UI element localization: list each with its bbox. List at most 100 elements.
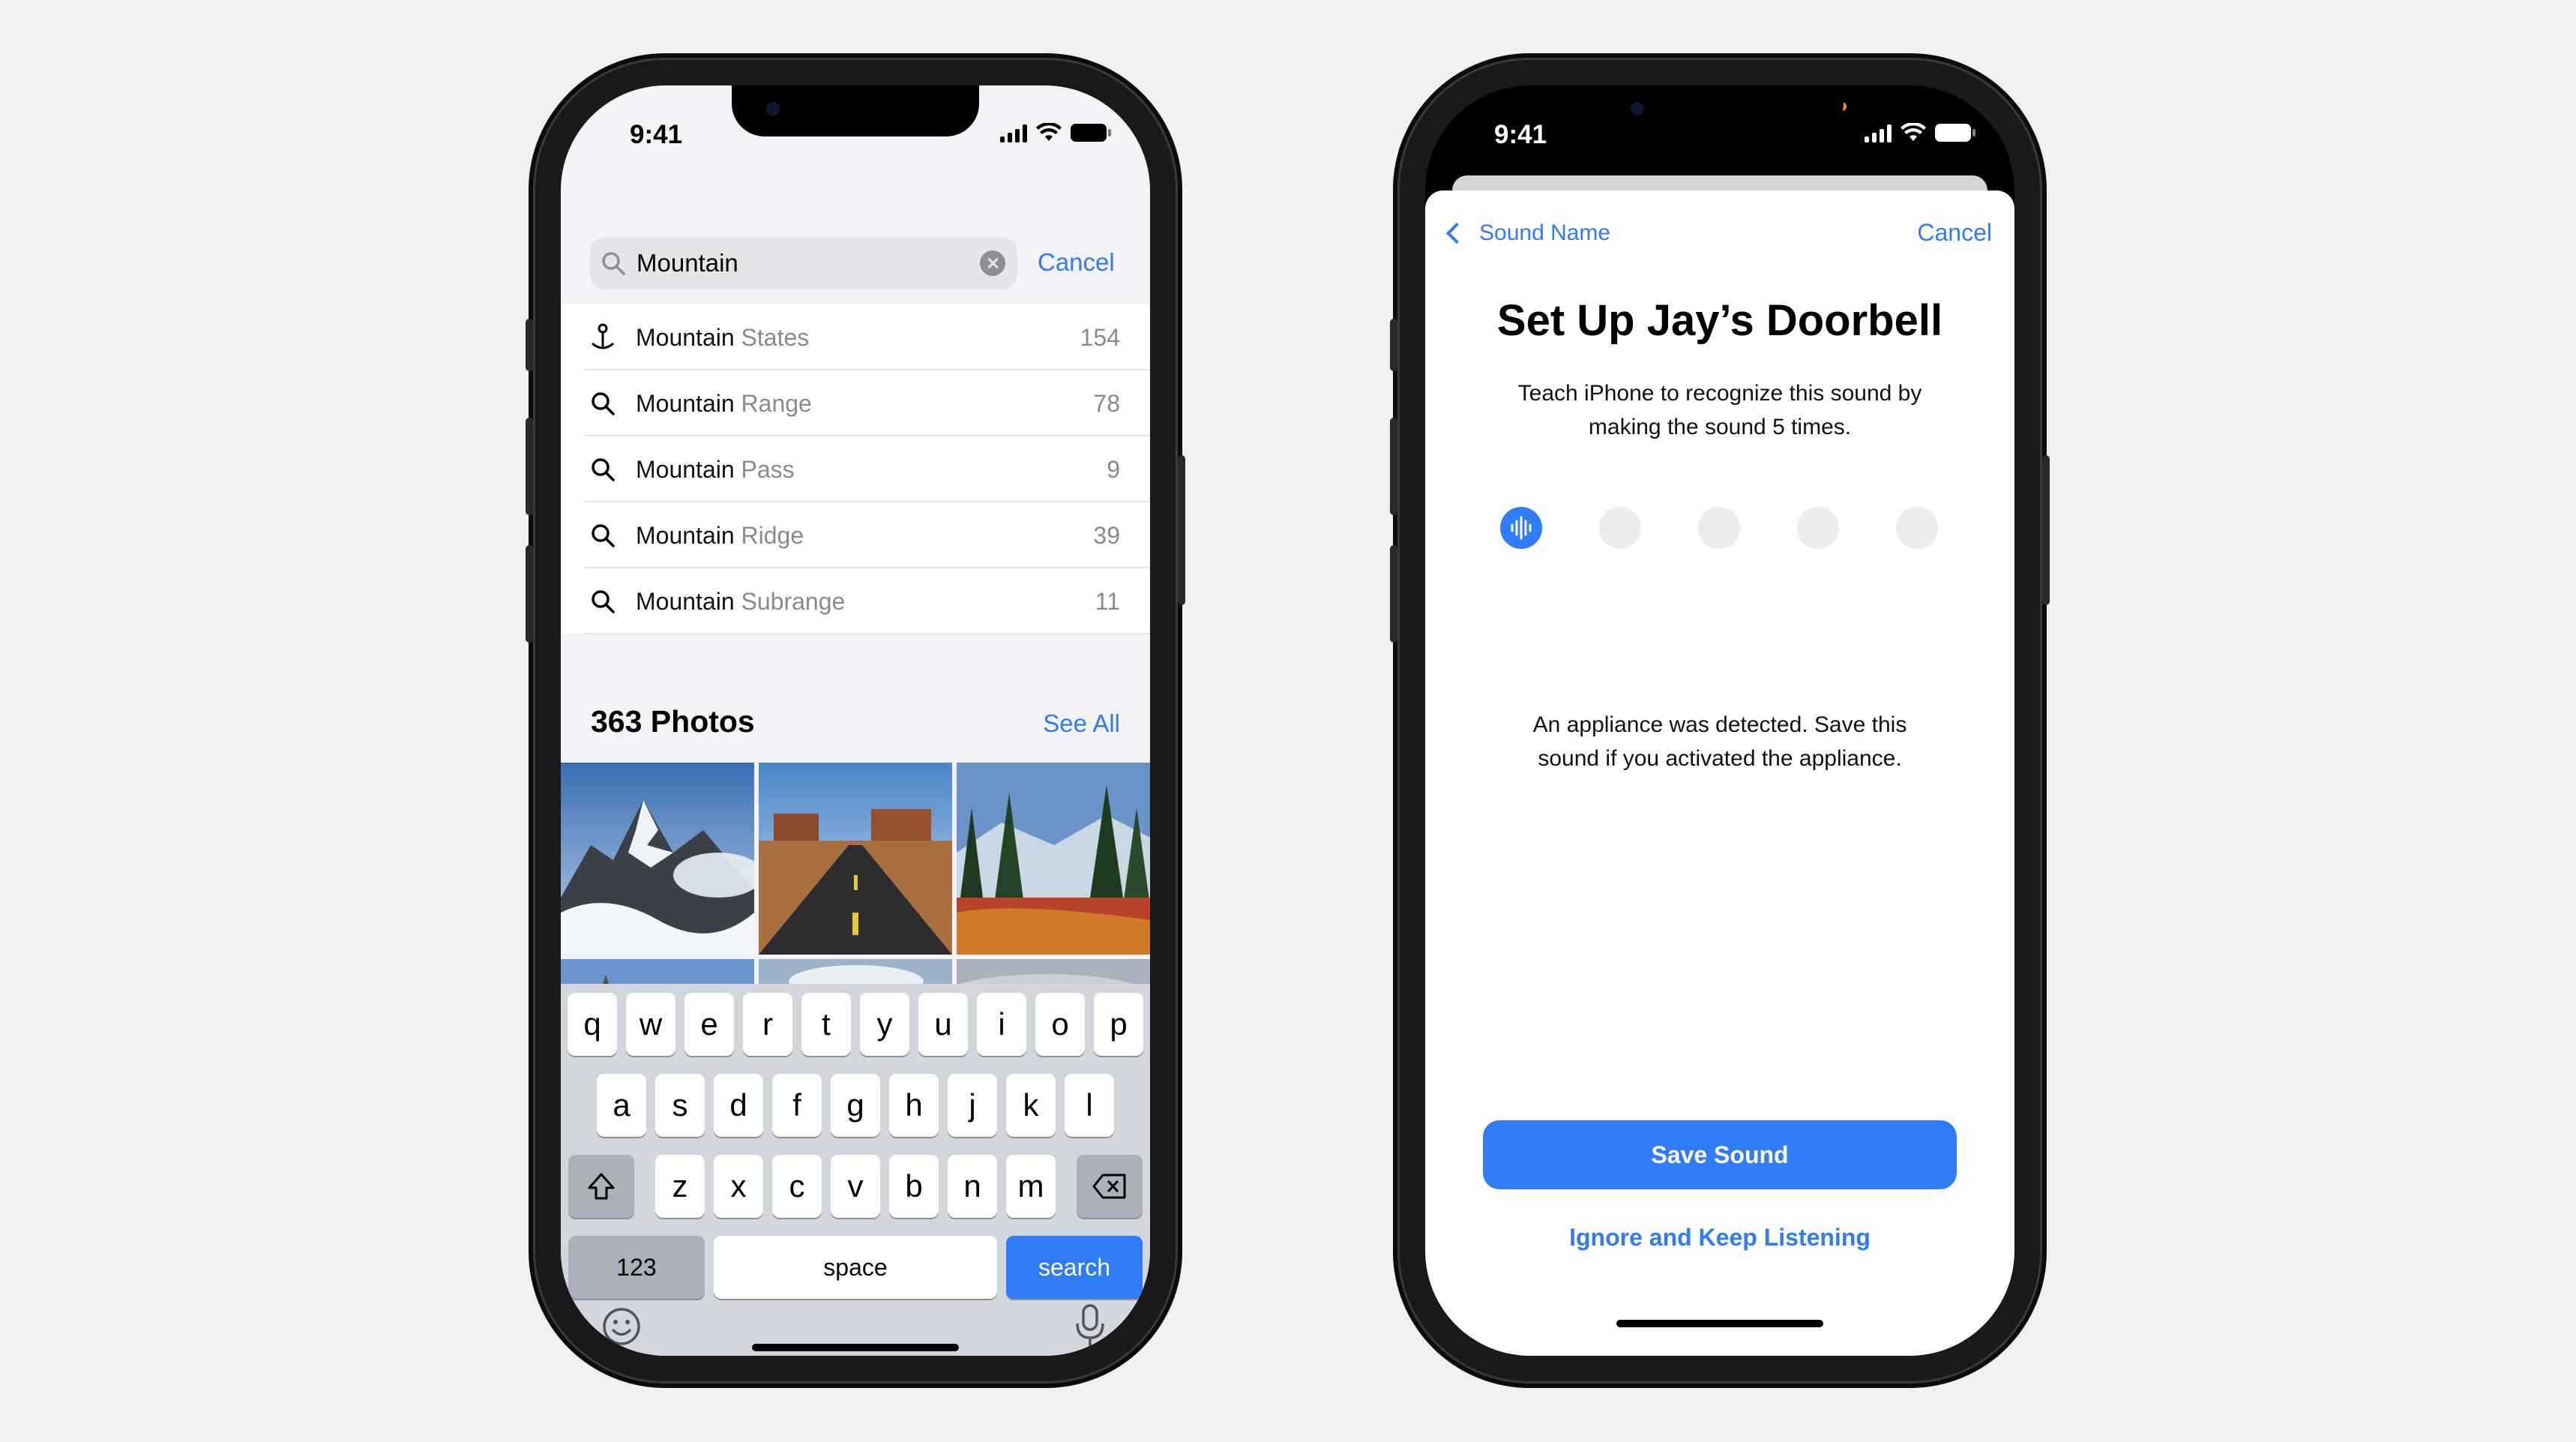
emoji-icon[interactable] bbox=[601, 1306, 642, 1347]
suggestion-rest: Ridge bbox=[734, 521, 804, 549]
key-x[interactable]: x bbox=[714, 1155, 763, 1218]
key-z[interactable]: z bbox=[655, 1155, 705, 1218]
suggestion-prefix: Mountain bbox=[636, 521, 735, 549]
key-p[interactable]: p bbox=[1094, 993, 1143, 1056]
right-screen: 9:41 Sound Name Cancel Set Up Jay’s Door… bbox=[1425, 85, 2014, 1356]
see-all-link[interactable]: See All bbox=[1043, 709, 1120, 738]
instructions-text: Teach iPhone to recognize this sound by … bbox=[1517, 381, 1922, 439]
setup-sheet: Sound Name Cancel Set Up Jay’s Doorbell … bbox=[1425, 190, 2014, 1356]
save-sound-button[interactable]: Save Sound bbox=[1483, 1120, 1957, 1189]
battery-icon bbox=[1935, 124, 1975, 142]
key-y[interactable]: y bbox=[860, 993, 909, 1056]
shift-key[interactable] bbox=[568, 1155, 634, 1218]
progress-dot bbox=[1896, 507, 1938, 549]
key-o[interactable]: o bbox=[1035, 993, 1085, 1056]
key-a[interactable]: a bbox=[597, 1074, 646, 1137]
left-screen: 9:41 Mountain Cancel Mountain States 154… bbox=[561, 85, 1150, 1356]
suggestion-list: Mountain States 154 Mountain Range 78 Mo… bbox=[561, 304, 1150, 634]
cancel-button[interactable]: Cancel bbox=[1917, 219, 1992, 247]
right-phone: 9:41 Sound Name Cancel Set Up Jay’s Door… bbox=[1390, 58, 2050, 1384]
home-indicator bbox=[752, 1344, 959, 1351]
search-key[interactable]: search bbox=[1006, 1236, 1143, 1299]
recording-progress bbox=[1500, 507, 1938, 549]
key-j[interactable]: j bbox=[948, 1074, 997, 1137]
key-w[interactable]: w bbox=[626, 993, 675, 1056]
progress-dot bbox=[1698, 507, 1740, 549]
progress-dot bbox=[1797, 507, 1839, 549]
suggestion-rest: States bbox=[734, 323, 810, 351]
key-m[interactable]: m bbox=[1006, 1155, 1056, 1218]
key-t[interactable]: t bbox=[801, 993, 851, 1056]
wifi-icon bbox=[1901, 123, 1926, 141]
key-e[interactable]: e bbox=[684, 993, 734, 1056]
suggestion-prefix: Mountain bbox=[636, 389, 735, 417]
keyboard: q w e r t y u i o p a s d f g h j k l z … bbox=[561, 984, 1150, 1356]
map-pin-icon bbox=[592, 323, 614, 349]
cellular-signal-icon bbox=[1865, 123, 1892, 142]
detection-message: An appliance was detected. Save this sou… bbox=[1532, 712, 1907, 771]
back-button[interactable]: Sound Name bbox=[1443, 220, 1610, 246]
photo-thumbnail[interactable] bbox=[759, 763, 952, 955]
suggestion-count: 78 bbox=[1093, 389, 1120, 417]
silent-switch bbox=[526, 319, 533, 371]
numbers-key[interactable]: 123 bbox=[568, 1236, 705, 1299]
side-button bbox=[2042, 455, 2050, 605]
microphone-icon[interactable] bbox=[1074, 1303, 1107, 1348]
home-indicator bbox=[1616, 1320, 1823, 1327]
back-label: Sound Name bbox=[1479, 220, 1611, 245]
key-i[interactable]: i bbox=[977, 993, 1026, 1056]
volume-down-button bbox=[1390, 545, 1397, 643]
left-phone: 9:41 Mountain Cancel Mountain States 154… bbox=[526, 58, 1185, 1384]
key-u[interactable]: u bbox=[918, 993, 968, 1056]
suggestion-prefix: Mountain bbox=[636, 455, 735, 483]
key-f[interactable]: f bbox=[772, 1074, 822, 1137]
delete-icon bbox=[1092, 1174, 1126, 1199]
search-icon bbox=[602, 252, 625, 275]
key-d[interactable]: d bbox=[714, 1074, 763, 1137]
key-v[interactable]: v bbox=[831, 1155, 880, 1218]
cancel-button[interactable]: Cancel bbox=[1038, 248, 1115, 277]
key-n[interactable]: n bbox=[948, 1155, 997, 1218]
search-icon bbox=[592, 590, 615, 613]
key-k[interactable]: k bbox=[1006, 1074, 1056, 1137]
key-l[interactable]: l bbox=[1065, 1074, 1114, 1137]
search-icon bbox=[592, 524, 615, 547]
progress-dot bbox=[1599, 507, 1641, 549]
list-item[interactable]: Mountain Ridge 39 bbox=[561, 502, 1150, 568]
photo-thumbnail[interactable] bbox=[561, 763, 754, 955]
space-key[interactable]: space bbox=[714, 1236, 997, 1299]
list-item[interactable]: Mountain States 154 bbox=[561, 304, 1150, 370]
key-g[interactable]: g bbox=[831, 1074, 880, 1137]
notch bbox=[1596, 85, 1844, 136]
suggestion-count: 154 bbox=[1080, 323, 1120, 351]
status-time: 9:41 bbox=[1494, 120, 1547, 149]
side-button bbox=[1178, 455, 1185, 605]
key-b[interactable]: b bbox=[889, 1155, 939, 1218]
ignore-button[interactable]: Ignore and Keep Listening bbox=[1425, 1224, 2014, 1252]
key-q[interactable]: q bbox=[568, 993, 617, 1056]
photos-count-title: 363 Photos bbox=[591, 704, 755, 739]
list-item[interactable]: Mountain Range 78 bbox=[561, 370, 1150, 436]
key-r[interactable]: r bbox=[743, 993, 792, 1056]
key-s[interactable]: s bbox=[655, 1074, 705, 1137]
key-h[interactable]: h bbox=[889, 1074, 939, 1137]
search-icon bbox=[592, 392, 615, 415]
cellular-signal-icon bbox=[1000, 123, 1027, 142]
waveform-icon bbox=[1511, 516, 1532, 540]
clear-icon[interactable] bbox=[980, 250, 1005, 276]
camera bbox=[766, 102, 780, 115]
list-item[interactable]: Mountain Subrange 11 bbox=[561, 568, 1150, 634]
status-time: 9:41 bbox=[630, 120, 683, 149]
photo-thumbnail[interactable] bbox=[957, 763, 1150, 955]
suggestion-rest: Subrange bbox=[734, 587, 846, 615]
suggestion-prefix: Mountain bbox=[636, 587, 735, 615]
list-item[interactable]: Mountain Pass 9 bbox=[561, 436, 1150, 502]
wifi-icon bbox=[1036, 123, 1062, 141]
key-c[interactable]: c bbox=[772, 1155, 822, 1218]
notch bbox=[732, 85, 979, 136]
progress-dot-complete bbox=[1500, 507, 1542, 549]
delete-key[interactable] bbox=[1077, 1155, 1143, 1218]
suggestion-rest: Pass bbox=[734, 455, 795, 483]
search-field[interactable]: Mountain bbox=[590, 237, 1017, 289]
search-icon bbox=[592, 458, 615, 481]
